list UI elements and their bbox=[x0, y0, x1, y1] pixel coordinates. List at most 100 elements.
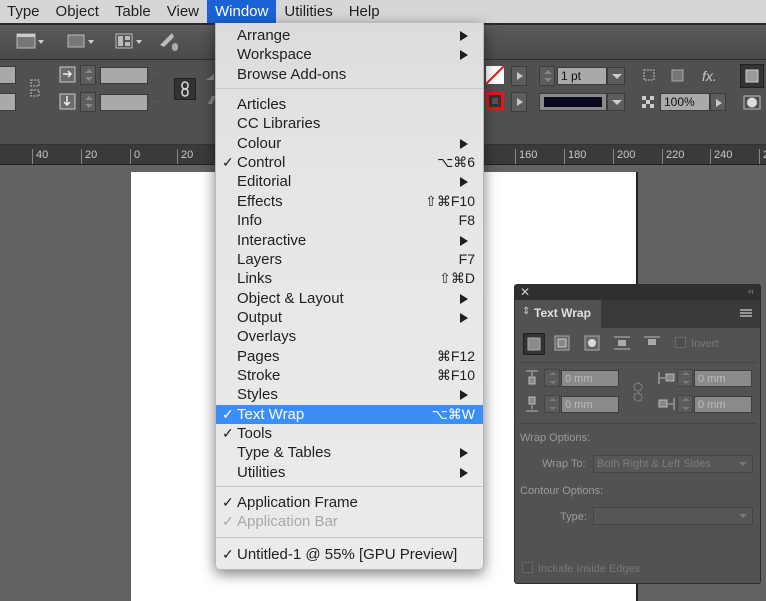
menu-window[interactable]: Window bbox=[207, 0, 277, 23]
text-wrap-toggle[interactable] bbox=[740, 64, 764, 88]
menu-item-workspace[interactable]: Workspace bbox=[216, 45, 483, 64]
contour-type-dropdown[interactable] bbox=[593, 507, 753, 525]
keyboard-shortcut: ⇧⌘F10 bbox=[425, 192, 475, 209]
wrap-options-heading: Wrap Options: bbox=[520, 432, 591, 444]
make-all-settings-same-icon[interactable] bbox=[631, 381, 645, 403]
width-dropdown-icon[interactable] bbox=[152, 73, 162, 78]
menu-view[interactable]: View bbox=[159, 0, 207, 23]
menu-item-tools[interactable]: ✓ Tools bbox=[216, 424, 483, 443]
fx-icon[interactable]: fx. bbox=[702, 68, 717, 84]
panel-options-toggle-icon[interactable]: ⇕ bbox=[522, 306, 530, 317]
contour-type-label: Type: bbox=[560, 511, 587, 523]
stroke-swatch[interactable] bbox=[486, 92, 504, 110]
menu-item-stroke[interactable]: Stroke ⌘F10 bbox=[216, 366, 483, 385]
menu-item-colour[interactable]: Colour bbox=[216, 134, 483, 153]
menu-type[interactable]: Type bbox=[0, 0, 48, 23]
ruler-tick: 40 bbox=[32, 149, 48, 164]
menu-item-editorial[interactable]: Editorial bbox=[216, 172, 483, 191]
menu-item-output[interactable]: Output bbox=[216, 308, 483, 327]
right-offset-stepper[interactable] bbox=[677, 395, 693, 413]
bottom-offset-icon bbox=[526, 396, 538, 412]
checkmark-icon: ✓ bbox=[222, 405, 234, 422]
menu-item-untitled-1-55-gpu-preview[interactable]: ✓ Untitled-1 @ 55% [GPU Preview] bbox=[216, 545, 483, 564]
menu-help[interactable]: Help bbox=[341, 0, 388, 23]
menu-item-utilities[interactable]: Utilities bbox=[216, 463, 483, 482]
menu-item-interactive[interactable]: Interactive bbox=[216, 231, 483, 250]
stroke-menu-button[interactable] bbox=[511, 92, 527, 112]
x-field[interactable] bbox=[0, 66, 16, 84]
opacity-menu-button[interactable] bbox=[710, 93, 726, 111]
menu-item-object-layout[interactable]: Object & Layout bbox=[216, 289, 483, 308]
menu-item-arrange[interactable]: Arrange bbox=[216, 26, 483, 45]
ruler-tick: 240 bbox=[710, 149, 732, 164]
menu-item-info[interactable]: Info F8 bbox=[216, 211, 483, 230]
stroke-type-dropdown[interactable] bbox=[607, 93, 625, 111]
left-offset-field[interactable]: 0 mm bbox=[694, 370, 752, 387]
wrap-bounding-box-button[interactable] bbox=[553, 334, 573, 354]
height-stepper[interactable] bbox=[80, 92, 96, 112]
menu-item-effects[interactable]: Effects ⇧⌘F10 bbox=[216, 192, 483, 211]
submenu-arrow-icon bbox=[460, 293, 468, 304]
menu-item-browse-add-ons[interactable]: Browse Add-ons bbox=[216, 65, 483, 84]
stroke-weight-dropdown[interactable] bbox=[607, 67, 625, 85]
view-options-icon[interactable] bbox=[16, 33, 46, 51]
menu-item-layers[interactable]: Layers F7 bbox=[216, 250, 483, 269]
arrange-documents-icon[interactable] bbox=[115, 32, 145, 52]
panel-menu-icon[interactable] bbox=[740, 309, 752, 319]
stroke-weight-stepper[interactable] bbox=[539, 66, 555, 86]
shadow-effect-icon[interactable] bbox=[670, 68, 686, 84]
menu-utilities[interactable]: Utilities bbox=[276, 0, 340, 23]
close-icon[interactable]: ✕ bbox=[520, 285, 530, 299]
height-dropdown-icon[interactable] bbox=[152, 100, 162, 105]
bottom-offset-stepper[interactable] bbox=[544, 395, 560, 413]
opacity-field[interactable]: 100% bbox=[660, 93, 710, 111]
menu-item-cc-libraries[interactable]: CC Libraries bbox=[216, 114, 483, 133]
left-offset-icon bbox=[658, 372, 675, 384]
stroke-weight-field[interactable]: 1 pt bbox=[557, 67, 607, 85]
fill-menu-button[interactable] bbox=[511, 66, 527, 86]
menu-table[interactable]: Table bbox=[107, 0, 159, 23]
width-stepper[interactable] bbox=[80, 65, 96, 85]
bottom-offset-field[interactable]: 0 mm bbox=[561, 396, 619, 413]
submenu-arrow-icon bbox=[460, 467, 468, 478]
wrap-to-dropdown[interactable]: Both Right & Left Sides bbox=[593, 455, 753, 473]
menu-separator bbox=[216, 536, 483, 538]
menu-item-overlays[interactable]: Overlays bbox=[216, 327, 483, 346]
jump-to-next-column-button[interactable] bbox=[643, 334, 663, 354]
menu-item-application-frame[interactable]: ✓ Application Frame bbox=[216, 493, 483, 512]
menu-item-links[interactable]: Links ⇧⌘D bbox=[216, 269, 483, 288]
menu-separator bbox=[216, 88, 483, 90]
submenu-arrow-icon bbox=[460, 390, 468, 401]
fill-swatch[interactable] bbox=[486, 66, 504, 84]
tab-text-wrap[interactable]: ⇕ Text Wrap bbox=[515, 300, 601, 328]
jump-object-button[interactable] bbox=[613, 334, 633, 354]
include-inside-edges-checkbox[interactable] bbox=[522, 562, 533, 573]
include-inside-edges-label: Include Inside Edges bbox=[538, 563, 641, 575]
top-offset-stepper[interactable] bbox=[544, 369, 560, 387]
wrap-object-shape-button[interactable] bbox=[583, 334, 603, 354]
constrain-proportions-icon[interactable] bbox=[26, 77, 44, 99]
right-offset-field[interactable]: 0 mm bbox=[694, 396, 752, 413]
collapse-icon[interactable]: ‹‹ bbox=[748, 286, 754, 296]
top-offset-field[interactable]: 0 mm bbox=[561, 370, 619, 387]
link-scale-button[interactable] bbox=[174, 78, 196, 100]
drop-shadow-icon[interactable] bbox=[642, 68, 658, 84]
wrap-around-shape-icon[interactable] bbox=[743, 94, 763, 112]
menu-object[interactable]: Object bbox=[48, 0, 107, 23]
menu-item-articles[interactable]: Articles bbox=[216, 95, 483, 114]
publish-online-icon[interactable] bbox=[158, 31, 182, 53]
menu-item-styles[interactable]: Styles bbox=[216, 385, 483, 404]
stroke-type-field[interactable] bbox=[539, 93, 607, 111]
menu-item-text-wrap[interactable]: ✓ Text Wrap ⌥⌘W bbox=[216, 404, 483, 424]
width-field[interactable] bbox=[100, 67, 148, 84]
screen-mode-icon[interactable] bbox=[66, 32, 96, 52]
menu-item-type-tables[interactable]: Type & Tables bbox=[216, 443, 483, 462]
y-field[interactable] bbox=[0, 93, 16, 111]
left-offset-stepper[interactable] bbox=[677, 369, 693, 387]
no-text-wrap-button[interactable] bbox=[523, 333, 545, 355]
invert-checkbox[interactable] bbox=[675, 337, 686, 348]
menu-item-pages[interactable]: Pages ⌘F12 bbox=[216, 347, 483, 366]
menu-item-control[interactable]: ✓ Control ⌥⌘6 bbox=[216, 153, 483, 172]
width-icon bbox=[59, 66, 76, 83]
height-field[interactable] bbox=[100, 94, 148, 111]
